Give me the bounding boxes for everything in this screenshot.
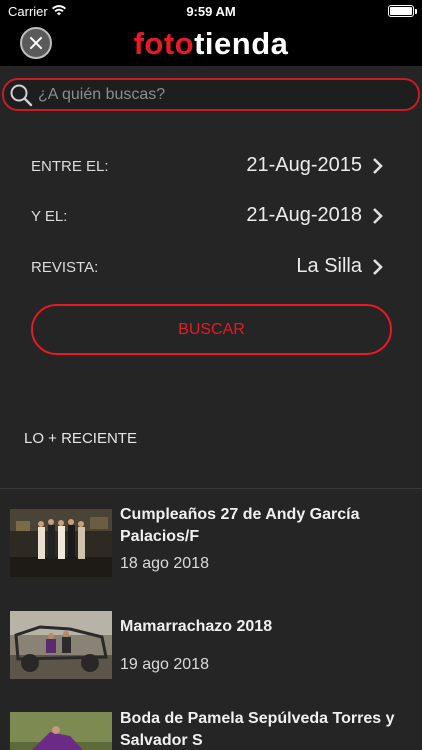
filter-label: Y EL: [31,208,68,225]
filter-row-start-date[interactable]: ENTRE EL: 21-Aug-2015 [0,149,422,185]
item-title: Boda de Pamela Sepúlveda Torres y Salvad… [120,710,395,749]
chevron-right-icon [373,158,383,174]
search-bar[interactable] [2,78,420,111]
filter-row-end-date[interactable]: Y EL: 21-Aug-2018 [0,199,422,235]
filter-label: REVISTA: [31,259,99,276]
event-photo [10,611,112,679]
filter-row-magazine[interactable]: REVISTA: La Silla [0,250,422,286]
filter-value: 21-Aug-2015 [246,154,362,176]
status-bar: Carrier 9:59 AM [0,0,422,22]
event-photo [10,509,112,577]
recent-section-title: LO + RECIENTE [24,430,137,447]
item-title: Cumpleaños 27 de Andy García Palacios/F [120,506,360,545]
item-date: 19 ago 2018 [120,656,209,673]
search-button[interactable]: BUSCAR [31,304,392,355]
list-item[interactable]: Boda de Pamela Sepúlveda Torres y Salvad… [0,705,422,750]
status-time: 9:59 AM [186,4,236,19]
filter-label: ENTRE EL: [31,158,109,175]
item-title: Mamarrachazo 2018 [120,618,273,635]
filter-value: La Silla [296,255,362,277]
search-input[interactable] [38,83,408,107]
item-date: 18 ago 2018 [120,555,209,572]
nav-bar: fototienda [0,22,422,66]
app-logo: fototienda [0,26,422,62]
search-icon [10,84,33,107]
list-item[interactable]: Mamarrachazo 2018 19 ago 2018 [0,603,422,683]
chevron-right-icon [373,208,383,224]
chevron-right-icon [373,259,383,275]
event-photo [10,712,112,750]
filter-value: 21-Aug-2018 [246,204,362,226]
logo-tienda: tienda [194,26,289,61]
battery-icon [388,5,417,17]
logo-foto: foto [133,26,195,61]
list-item[interactable]: Cumpleaños 27 de Andy García Palacios/F … [0,500,422,580]
divider [0,488,422,489]
